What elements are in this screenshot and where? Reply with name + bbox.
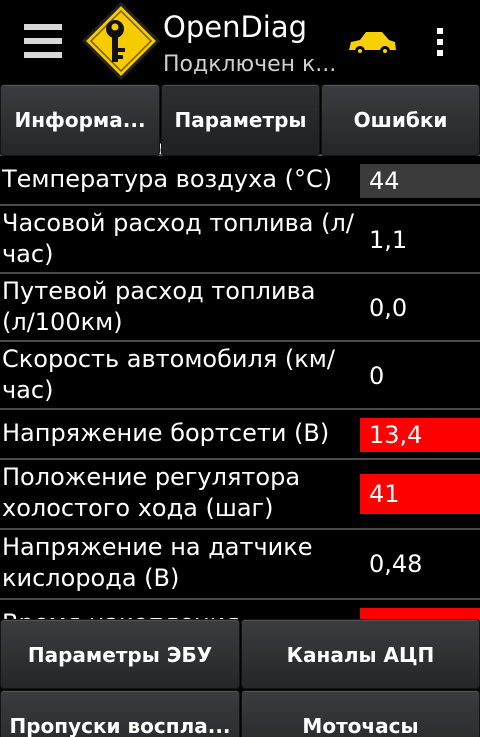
parameter-row: Часовой расход топлива (л/час) 1,1: [0, 206, 480, 274]
tab-errors[interactable]: Ошибки: [321, 84, 480, 156]
menu-icon[interactable]: [24, 24, 62, 60]
parameter-label: Напряжение на датчике кислорода (В): [2, 533, 313, 592]
parameters-list[interactable]: жидкости (°C)Температура воздуха (°C)44Ч…: [0, 140, 480, 622]
parameter-label: Температура воздуха (°C): [2, 165, 333, 193]
parameter-value: 41: [360, 474, 480, 514]
parameter-label: Скорость автомобиля (км/час): [2, 345, 335, 404]
parameter-row: Путевой расход топлива (л/100км) 0,0: [0, 274, 480, 342]
action-bar: OpenDiag Подключен к...: [0, 0, 480, 84]
misfires-button[interactable]: Пропуски воспла...: [0, 690, 240, 737]
parameter-value: 44: [360, 164, 480, 198]
parameter-value: 0: [369, 362, 385, 390]
app-title: OpenDiag: [163, 10, 308, 44]
parameter-label: Напряжение бортсети (В): [2, 419, 330, 447]
parameter-row: Скорость автомобиля (км/час) 0: [0, 342, 480, 410]
parameter-label: Часовой расход топлива (л/час): [2, 209, 354, 268]
parameter-value: 1,1: [369, 226, 408, 254]
connection-status: Подключен к...: [163, 52, 337, 77]
parameter-label: Положение регулятора холостого хода (шаг…: [2, 463, 301, 522]
parameter-value: 0,0: [369, 294, 408, 322]
ecu-parameters-button[interactable]: Параметры ЭБУ: [0, 619, 240, 689]
parameter-row: Температура воздуха (°C) 44: [0, 156, 480, 206]
parameter-row: Напряжение на датчике кислорода (В) 0,48: [0, 530, 480, 600]
parameter-row: Напряжение бортсети (В) 13,4: [0, 410, 480, 460]
overflow-menu-icon[interactable]: [430, 28, 450, 58]
parameter-value: 0,48: [369, 550, 423, 578]
app-logo-icon: [82, 2, 160, 80]
adc-channels-button[interactable]: Каналы АЦП: [241, 619, 480, 689]
parameter-label: Путевой расход топлива (л/100км): [2, 277, 316, 336]
engine-hours-button[interactable]: Моточасы: [241, 690, 480, 737]
parameter-row: Положение регулятора холостого хода (шаг…: [0, 460, 480, 530]
parameter-value: 13,4: [360, 418, 480, 452]
tab-parameters[interactable]: Параметры: [161, 84, 320, 156]
tab-info[interactable]: Информа...: [0, 84, 160, 156]
car-icon[interactable]: [346, 28, 398, 58]
